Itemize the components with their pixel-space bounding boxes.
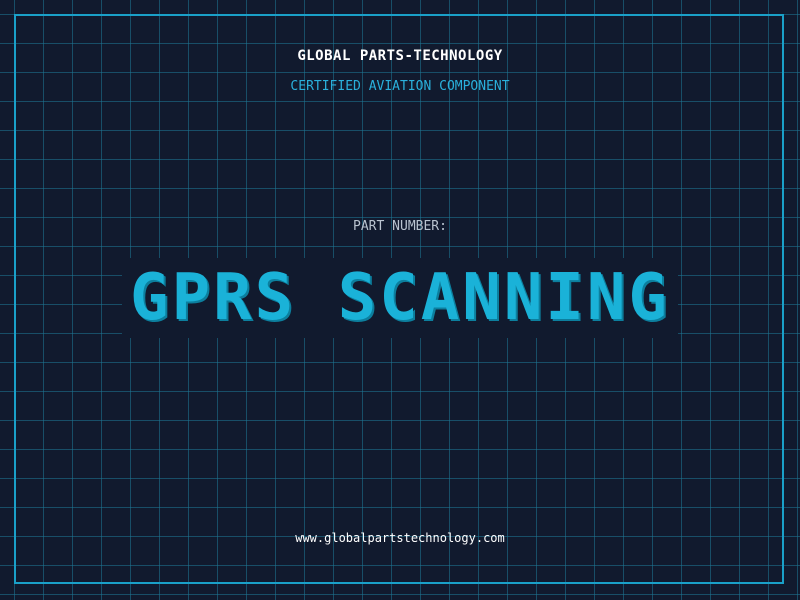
certification-tagline: CERTIFIED AVIATION COMPONENT [290,79,510,94]
brand-title: GLOBAL PARTS-TECHNOLOGY [297,48,503,64]
part-number-label: PART NUMBER: [353,219,447,234]
part-number-container: GPRS SCANNING [0,258,800,338]
part-number-value: GPRS SCANNING [122,258,678,338]
website-url: www.globalpartstechnology.com [295,531,505,545]
blueprint-canvas: GLOBAL PARTS-TECHNOLOGY CERTIFIED AVIATI… [0,0,800,600]
